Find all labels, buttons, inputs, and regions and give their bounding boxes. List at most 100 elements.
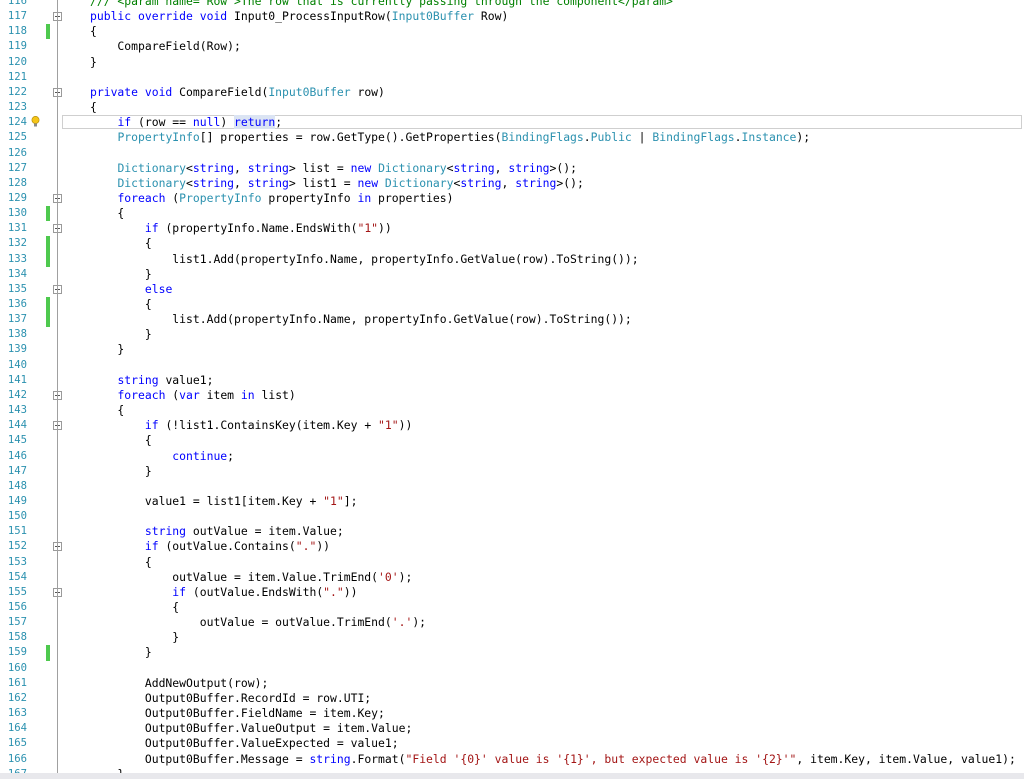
code-line[interactable]: 152 if (outValue.Contains(".")) [0,539,1024,554]
code-line[interactable]: 151 string outValue = item.Value; [0,524,1024,539]
code-line[interactable]: 156 { [0,600,1024,615]
code-line[interactable]: 132 { [0,236,1024,252]
line-number: 164 [7,722,27,735]
code-line[interactable]: 127 Dictionary<string, string> list = ne… [0,161,1024,176]
line-number: 148 [7,479,27,492]
code-token: new [350,160,379,175]
code-line[interactable]: 142 foreach (var item in list) [0,388,1024,403]
line-number: 157 [7,616,27,629]
code-line[interactable]: 155 if (outValue.EndsWith(".")) [0,585,1024,600]
code-line[interactable]: 145 { [0,433,1024,448]
code-text: if (outValue.Contains(".")) [90,539,330,554]
code-line[interactable]: 146 continue; [0,449,1024,464]
code-line[interactable]: 164 Output0Buffer.ValueOutput = item.Val… [0,721,1024,736]
code-token: outValue = outValue.TrimEnd( [90,615,392,630]
line-number: 165 [7,737,27,750]
code-line[interactable]: 135 else [0,282,1024,297]
code-line[interactable]: 130 { [0,206,1024,222]
code-text: /// <param name="Row">The row that is cu… [90,0,673,9]
code-token: /// <param name="Row">The row that is cu… [90,0,673,8]
code-token: continue [172,448,228,463]
code-token: . [583,130,591,145]
line-number: 153 [7,555,27,568]
code-line[interactable]: 158 } [0,630,1024,645]
code-line[interactable]: 117 public override void Input0_ProcessIn… [0,9,1024,24]
code-line[interactable]: 116 /// <param name="Row">The row that is… [0,0,1024,9]
line-number: 120 [7,55,27,68]
code-token: "1" [357,221,379,236]
code-line[interactable]: 118 { [0,24,1024,40]
code-line[interactable]: 165 Output0Buffer.ValueExpected = value1… [0,736,1024,751]
code-text: { [90,297,152,312]
code-token: return [234,115,276,130]
line-number: 137 [7,313,27,326]
code-line[interactable]: 122 private void CompareField(Input0Buffe… [0,85,1024,100]
code-token: Dictionary [117,160,187,175]
code-line[interactable]: 162 Output0Buffer.RecordId = row.UTI; [0,691,1024,706]
code-line[interactable]: 134 } [0,267,1024,282]
code-line[interactable]: 157 outValue = outValue.TrimEnd('.'); [0,615,1024,630]
code-line[interactable]: 150 [0,509,1024,524]
code-line[interactable]: 133 list1.Add(propertyInfo.Name, propert… [0,251,1024,267]
lightbulb-icon[interactable] [31,116,40,128]
code-token: if [144,221,159,236]
code-token: Dictionary [378,160,447,175]
change-marker [46,251,50,267]
code-line[interactable]: 160 [0,661,1024,676]
code-line[interactable]: 153 { [0,555,1024,570]
code-token: else [144,281,173,296]
code-line[interactable]: 123 { [0,100,1024,115]
code-line[interactable]: 129 foreach (PropertyInfo propertyInfo i… [0,191,1024,206]
line-number: 152 [7,540,27,553]
code-line[interactable]: 149 value1 = list1[item.Key + "1"]; [0,494,1024,509]
code-line[interactable]: 163 Output0Buffer.FieldName = item.Key; [0,706,1024,721]
code-line[interactable]: 120} [0,55,1024,70]
code-line[interactable]: 131 if (propertyInfo.Name.EndsWith("1")) [0,221,1024,236]
code-token: in [357,190,372,205]
code-token: < [186,175,193,190]
code-token: )) [398,418,413,433]
code-line[interactable]: 128 Dictionary<string, string> list1 = n… [0,176,1024,191]
line-number: 154 [7,570,27,583]
code-text: Output0Buffer.ValueOutput = item.Value; [90,721,412,736]
code-line[interactable]: 124 if (row == null) return; [0,115,1024,130]
code-line[interactable]: 119 CompareField(Row); [0,39,1024,54]
code-line[interactable]: 166 Output0Buffer.Message = string.Forma… [0,752,1024,767]
change-marker [46,297,50,313]
code-token: ); [412,615,427,630]
code-line[interactable]: 140 [0,358,1024,373]
code-line[interactable]: 126 [0,146,1024,161]
code-token: (!list1.ContainsKey(item.Key + [158,418,379,433]
code-token: var [179,387,200,402]
code-line[interactable]: 159 } [0,645,1024,661]
code-text: CompareField(Row); [90,39,240,54]
code-token: string [247,175,289,190]
line-number: 131 [7,222,27,235]
code-token: (outValue.EndsWith( [186,584,324,599]
code-line[interactable]: 148 [0,479,1024,494]
code-line[interactable]: 144 if (!list1.ContainsKey(item.Key + "1… [0,418,1024,433]
code-line[interactable]: 154 outValue = item.Value.TrimEnd('0'); [0,570,1024,585]
code-line[interactable]: 141 string value1; [0,373,1024,388]
code-text: } [90,630,179,645]
code-text: } [90,342,124,357]
horizontal-scrollbar[interactable] [0,773,1024,779]
code-line[interactable]: 147 } [0,464,1024,479]
code-line[interactable]: 137 list.Add(propertyInfo.Name, property… [0,312,1024,328]
code-line[interactable]: 138 } [0,327,1024,342]
code-token: (row == [131,115,193,130]
code-token: PropertyInfo [117,130,200,145]
code-line[interactable]: 139 } [0,342,1024,357]
code-line[interactable]: 125 PropertyInfo[] properties = row.GetT… [0,130,1024,145]
code-line[interactable]: 161 AddNewOutput(row); [0,676,1024,691]
code-token: ; [275,115,283,130]
code-token: ]; [343,493,358,508]
code-line[interactable]: 143 { [0,403,1024,418]
line-number: 130 [7,207,27,220]
code-line[interactable]: 136 { [0,297,1024,313]
code-line[interactable]: 121 [0,70,1024,85]
code-editor[interactable]: 116 /// <param name="Row">The row that is… [0,0,1024,779]
